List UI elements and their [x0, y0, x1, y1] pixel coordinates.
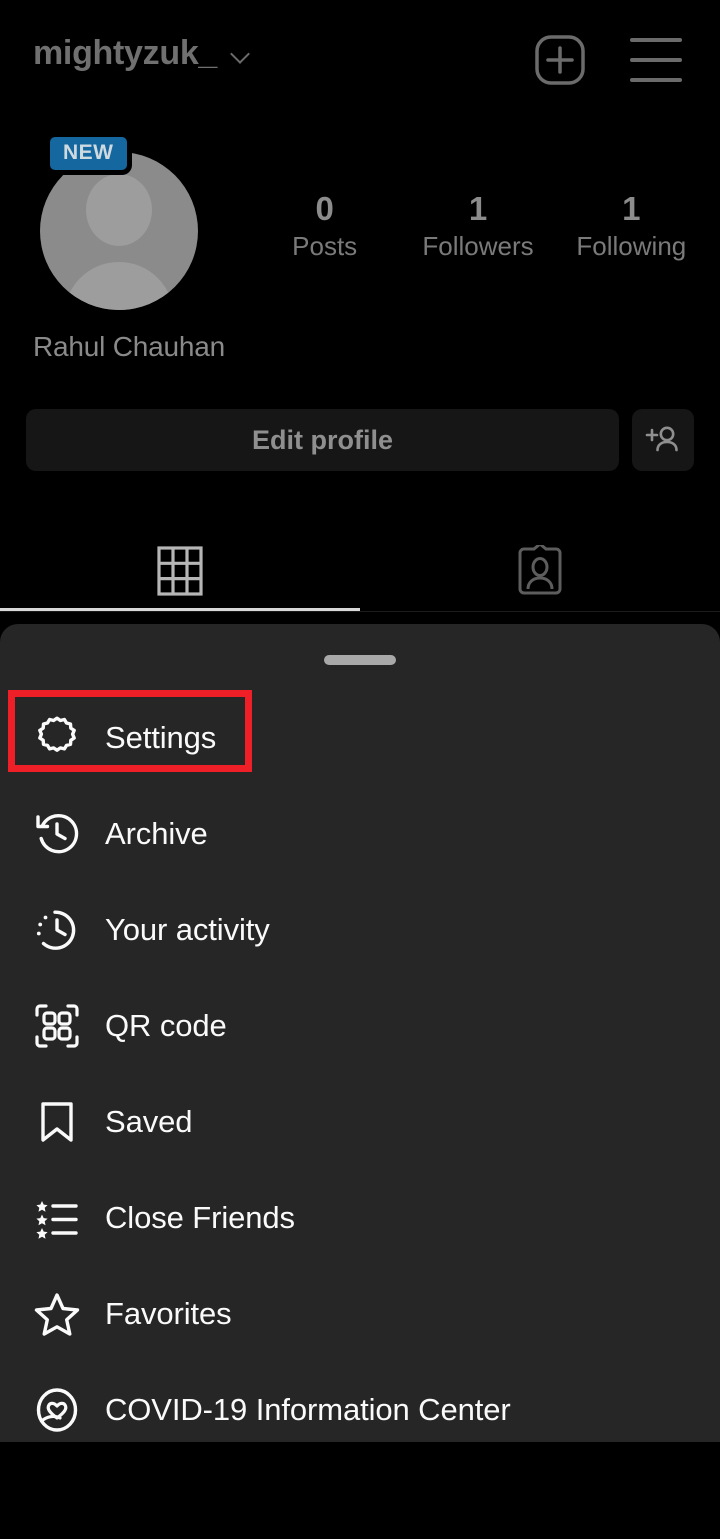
menu-item-covid-information-center-label: COVID-19 Information Center [105, 1392, 511, 1427]
tagged-person-icon [518, 545, 562, 595]
drag-handle[interactable] [324, 655, 396, 665]
menu-item-archive-label: Archive [105, 816, 208, 851]
menu-item-saved[interactable]: Saved [0, 1074, 720, 1170]
instagram-profile-screen: mightyzuk_ NEW Rahul Chauhan 0 Posts 1 F… [0, 0, 720, 1539]
star-icon [32, 1289, 82, 1339]
menu-item-your-activity-label: Your activity [105, 912, 270, 947]
tab-tagged[interactable] [360, 530, 720, 612]
add-person-button[interactable] [632, 409, 694, 471]
hamburger-icon-line-3 [630, 78, 682, 82]
username-label: mightyzuk_ [33, 34, 218, 72]
stat-posts-value: 0 [315, 190, 334, 227]
profile-stats: 0 Posts 1 Followers 1 Following [248, 188, 708, 264]
stat-posts[interactable]: 0 Posts [248, 188, 401, 264]
tab-grid[interactable] [0, 530, 360, 612]
bookmark-icon [32, 1097, 82, 1147]
username-switcher[interactable]: mightyzuk_ [33, 36, 251, 70]
stat-posts-label: Posts [292, 231, 358, 262]
menu-item-archive[interactable]: Archive [0, 786, 720, 882]
stat-following-label: Following [576, 231, 687, 262]
menu-item-qr-code[interactable]: QR code [0, 978, 720, 1074]
menu-item-close-friends[interactable]: Close Friends [0, 1170, 720, 1266]
hamburger-icon-line-2 [630, 58, 682, 62]
menu-item-settings[interactable]: Settings [0, 690, 720, 786]
menu-item-favorites[interactable]: Favorites [0, 1266, 720, 1362]
hamburger-button[interactable] [630, 38, 682, 82]
default-avatar-icon [40, 152, 198, 310]
new-badge[interactable]: NEW [45, 132, 132, 176]
activity-clock-icon [32, 905, 82, 955]
star-list-icon [32, 1193, 82, 1243]
grid-icon [157, 546, 203, 596]
stat-followers-label: Followers [422, 231, 534, 262]
qr-code-icon [32, 1001, 82, 1051]
menu-item-favorites-label: Favorites [105, 1296, 232, 1331]
top-bar: mightyzuk_ [0, 0, 720, 120]
stat-followers[interactable]: 1 Followers [401, 188, 554, 264]
new-post-button[interactable] [533, 33, 587, 87]
gear-icon [32, 713, 82, 763]
profile-display-name: Rahul Chauhan [33, 331, 225, 362]
covid-heart-icon [32, 1385, 82, 1435]
stat-following[interactable]: 1 Following [555, 188, 708, 264]
archive-clock-icon [32, 809, 82, 859]
menu-item-covid-information-center[interactable]: COVID-19 Information Center [0, 1362, 720, 1458]
menu-item-your-activity[interactable]: Your activity [0, 882, 720, 978]
avatar[interactable] [40, 152, 198, 310]
menu-item-settings-label: Settings [105, 720, 217, 755]
plus-square-icon [535, 35, 585, 85]
menu-item-qr-code-label: QR code [105, 1008, 227, 1043]
add-person-icon [645, 426, 678, 452]
avatar-body-shape [64, 262, 174, 310]
menu-item-saved-label: Saved [105, 1104, 193, 1139]
settings-bottom-sheet: Settings Archive Your activity QR code S… [0, 624, 720, 1442]
chevron-down-icon[interactable] [231, 45, 251, 65]
tab-divider [0, 611, 720, 612]
avatar-head-shape [86, 174, 152, 246]
profile-tabs [0, 530, 720, 612]
edit-profile-button[interactable]: Edit profile [26, 409, 619, 471]
settings-menu-list: Settings Archive Your activity QR code S… [0, 690, 720, 1458]
stat-following-value: 1 [622, 190, 641, 227]
stat-followers-value: 1 [468, 190, 488, 227]
menu-item-close-friends-label: Close Friends [105, 1200, 295, 1235]
hamburger-icon [630, 38, 682, 42]
